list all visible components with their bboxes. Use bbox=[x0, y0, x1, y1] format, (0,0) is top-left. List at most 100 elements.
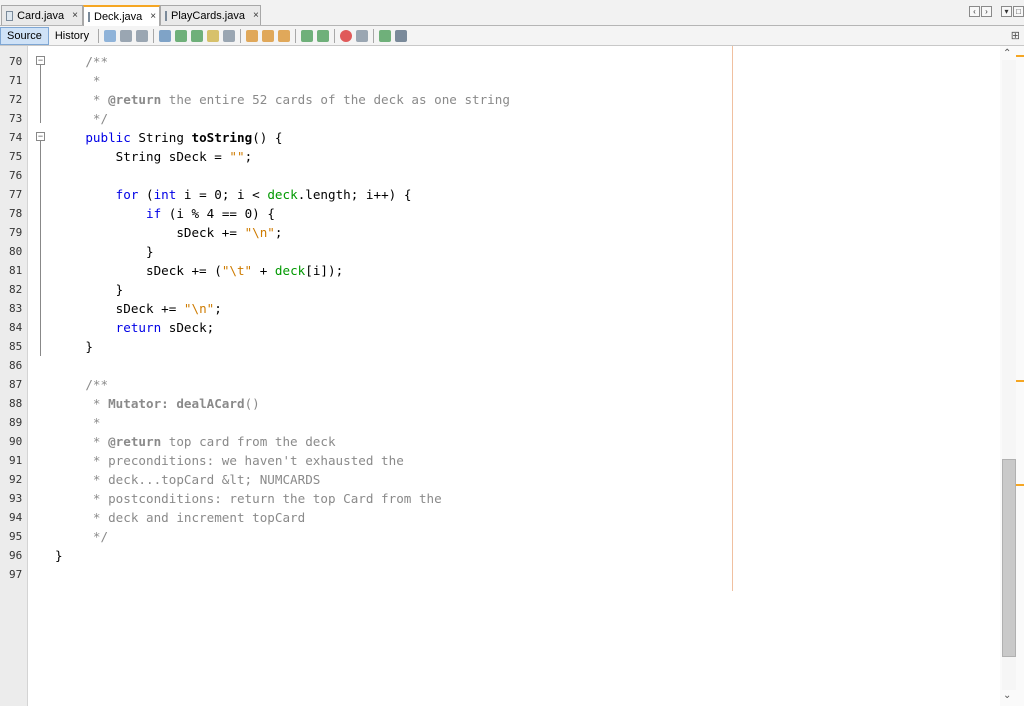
code-text: } bbox=[55, 244, 154, 259]
close-icon[interactable]: × bbox=[150, 11, 156, 22]
code-text: return sDeck; bbox=[115, 320, 215, 335]
error-stripe-mark[interactable] bbox=[1016, 55, 1024, 57]
code-line: 91 * preconditions: we haven't exhausted… bbox=[0, 451, 1000, 470]
toolbar-separator bbox=[98, 28, 100, 43]
code-text: } bbox=[55, 548, 63, 563]
code-line: 84 return sDeck; bbox=[0, 318, 1000, 337]
code-text: for (int i = 0; i < deck.length; i++) { bbox=[115, 187, 412, 202]
find-previous-icon[interactable] bbox=[175, 29, 188, 42]
scroll-down-icon[interactable]: ⌄ bbox=[1003, 690, 1011, 701]
uncomment-icon[interactable] bbox=[395, 29, 408, 42]
previous-bookmark-icon[interactable] bbox=[246, 29, 259, 42]
line-number: 83 bbox=[9, 302, 23, 315]
code-text: * @return top card from the deck bbox=[55, 434, 336, 449]
back-icon[interactable] bbox=[120, 29, 133, 42]
code-text: sDeck += "\n"; bbox=[55, 301, 222, 316]
fold-toggle-icon[interactable]: − bbox=[36, 132, 45, 141]
code-text: */ bbox=[55, 111, 109, 126]
code-line: 83 sDeck += "\n"; bbox=[0, 299, 1000, 318]
editor-tab-bar: Card.java × Deck.java × PlayCards.java ×… bbox=[0, 0, 1024, 26]
code-editor[interactable]: 70 − /** 71 * 72 * @return the entire 52… bbox=[0, 46, 1000, 706]
close-icon[interactable]: × bbox=[72, 10, 78, 21]
toggle-rect-select-icon[interactable] bbox=[223, 29, 236, 42]
code-text: * deck and increment topCard bbox=[55, 510, 306, 525]
code-text: * deck...topCard &lt; NUMCARDS bbox=[55, 472, 321, 487]
code-line: 93 * postconditions: return the top Card… bbox=[0, 489, 1000, 508]
code-line: 74 − public String toString() { bbox=[0, 128, 1000, 147]
code-text: * bbox=[55, 415, 101, 430]
tab-card-java[interactable]: Card.java × bbox=[1, 5, 83, 25]
tab-list-icon[interactable]: ▾ bbox=[1001, 6, 1012, 17]
find-icon[interactable] bbox=[159, 29, 172, 42]
java-file-icon bbox=[88, 11, 90, 22]
code-text: } bbox=[55, 339, 93, 354]
code-line: 88 * Mutator: dealACard() bbox=[0, 394, 1000, 413]
expand-toolbar-icon[interactable]: ⊞ bbox=[1011, 29, 1020, 42]
tab-label: Card.java bbox=[17, 9, 65, 22]
scroll-tabs-right-icon[interactable]: › bbox=[981, 6, 992, 17]
line-number: 73 bbox=[9, 112, 23, 125]
code-text: /** bbox=[55, 54, 109, 69]
code-line: 85 } bbox=[0, 337, 1000, 356]
scroll-tabs-left-icon[interactable]: ‹ bbox=[969, 6, 980, 17]
line-number: 76 bbox=[9, 169, 23, 182]
error-stripe-mark[interactable] bbox=[1016, 484, 1024, 486]
error-stripe-mark[interactable] bbox=[1016, 380, 1024, 382]
fold-toggle-icon[interactable]: − bbox=[36, 56, 45, 65]
code-text: sDeck += ("\t" + deck[i]); bbox=[55, 263, 344, 278]
code-line: 86 bbox=[0, 356, 1000, 375]
code-text: * bbox=[55, 73, 101, 88]
close-icon[interactable]: × bbox=[253, 10, 259, 21]
tab-deck-java[interactable]: Deck.java × bbox=[83, 5, 160, 26]
code-text: * preconditions: we haven't exhausted th… bbox=[55, 453, 404, 468]
line-number: 89 bbox=[9, 416, 23, 429]
code-text: if (i % 4 == 0) { bbox=[146, 206, 275, 221]
scroll-up-icon[interactable]: ⌃ bbox=[1003, 48, 1011, 59]
code-text: * Mutator: dealACard() bbox=[55, 396, 260, 411]
toolbar-separator bbox=[240, 28, 242, 43]
toggle-highlight-icon[interactable] bbox=[207, 29, 220, 42]
code-line: 87 /** bbox=[0, 375, 1000, 394]
source-button[interactable]: Source bbox=[0, 26, 49, 45]
line-number: 74 bbox=[9, 131, 23, 144]
editor-toolbar: Source History ⊞ bbox=[0, 26, 1024, 46]
line-number: 92 bbox=[9, 473, 23, 486]
last-edit-icon[interactable] bbox=[104, 29, 117, 42]
line-number: 81 bbox=[9, 264, 23, 277]
code-line: 94 * deck and increment topCard bbox=[0, 508, 1000, 527]
maximize-icon[interactable]: □ bbox=[1013, 6, 1024, 17]
code-line: 96 } bbox=[0, 546, 1000, 565]
next-bookmark-icon[interactable] bbox=[262, 29, 275, 42]
shift-left-icon[interactable] bbox=[301, 29, 314, 42]
find-next-icon[interactable] bbox=[191, 29, 204, 42]
code-line: 77 for (int i = 0; i < deck.length; i++)… bbox=[0, 185, 1000, 204]
line-number: 85 bbox=[9, 340, 23, 353]
comment-icon[interactable] bbox=[379, 29, 392, 42]
stop-macro-icon[interactable] bbox=[356, 29, 369, 42]
code-line: 76 bbox=[0, 166, 1000, 185]
line-number: 87 bbox=[9, 378, 23, 391]
code-line: 95 */ bbox=[0, 527, 1000, 546]
start-macro-icon[interactable] bbox=[340, 29, 353, 42]
code-text: String sDeck = ""; bbox=[115, 149, 253, 164]
code-line: 92 * deck...topCard &lt; NUMCARDS bbox=[0, 470, 1000, 489]
code-line: 82 } bbox=[0, 280, 1000, 299]
code-line: 70 − /** bbox=[0, 52, 1000, 71]
tab-playcards-java[interactable]: PlayCards.java × bbox=[160, 5, 261, 25]
code-line: 79 sDeck += "\n"; bbox=[0, 223, 1000, 242]
shift-right-icon[interactable] bbox=[317, 29, 330, 42]
line-number: 72 bbox=[9, 93, 23, 106]
history-button[interactable]: History bbox=[49, 27, 95, 45]
line-number: 70 bbox=[9, 55, 23, 68]
code-text: sDeck += "\n"; bbox=[55, 225, 283, 240]
line-number: 84 bbox=[9, 321, 23, 334]
line-number: 96 bbox=[9, 549, 23, 562]
line-number: 79 bbox=[9, 226, 23, 239]
tab-label: Deck.java bbox=[94, 10, 143, 23]
line-number: 86 bbox=[9, 359, 23, 372]
line-number: 91 bbox=[9, 454, 23, 467]
code-text: * @return the entire 52 cards of the dec… bbox=[55, 92, 510, 107]
forward-icon[interactable] bbox=[136, 29, 149, 42]
toggle-bookmark-icon[interactable] bbox=[278, 29, 291, 42]
scrollbar-thumb[interactable] bbox=[1002, 459, 1016, 657]
